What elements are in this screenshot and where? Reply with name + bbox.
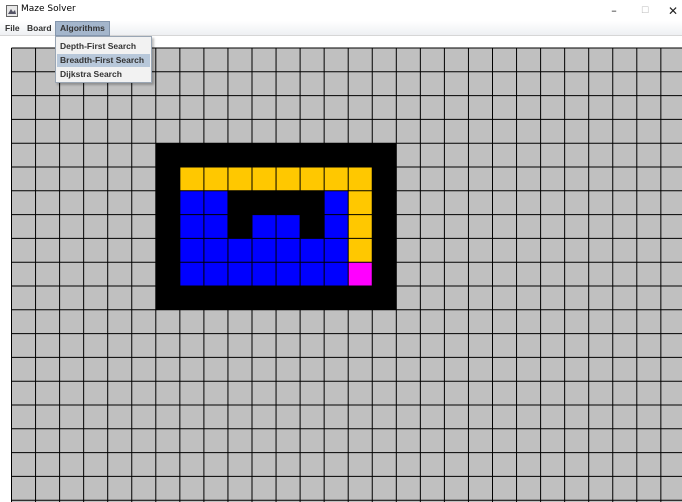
cell-wall[interactable] [227,143,252,167]
cell-visited[interactable] [300,262,325,286]
cell-visited[interactable] [324,238,349,263]
cell-wall[interactable] [276,286,301,310]
cell-visited[interactable] [179,190,204,215]
cell-path[interactable] [203,167,228,191]
menu-board[interactable]: Board [23,21,56,36]
cell-visited[interactable] [203,238,228,263]
cell-visited[interactable] [324,262,349,286]
cell-wall[interactable] [252,190,277,215]
cell-path[interactable] [324,167,349,191]
cell-visited[interactable] [227,238,252,263]
cell-visited[interactable] [324,190,349,215]
cell-visited[interactable] [324,214,349,239]
cell-wall[interactable] [179,143,204,167]
cell-wall[interactable] [155,214,180,239]
close-button[interactable]: ✕ [657,0,682,21]
cell-visited[interactable] [252,214,277,239]
cell-path[interactable] [348,214,373,239]
menu-algorithms[interactable]: Algorithms [55,21,110,36]
title-bar: Maze Solver – ☐ ✕ [0,0,682,21]
cell-wall[interactable] [372,238,397,263]
cell-visited[interactable] [179,238,204,263]
cell-wall[interactable] [252,143,277,167]
menu-item-depth-first-search[interactable]: Depth-First Search [57,40,150,53]
cell-wall[interactable] [372,143,397,167]
cell-wall[interactable] [252,286,277,310]
minimize-button[interactable]: – [598,0,630,21]
cell-visited[interactable] [179,214,204,239]
cell-wall[interactable] [300,143,325,167]
cell-visited[interactable] [276,238,301,263]
window-title: Maze Solver [21,4,76,14]
cell-visited[interactable] [203,214,228,239]
menu-item-breadth-first-search[interactable]: Breadth-First Search [57,54,150,67]
cell-wall[interactable] [203,143,228,167]
cell-visited[interactable] [276,262,301,286]
cell-visited[interactable] [203,262,228,286]
cell-wall[interactable] [155,190,180,215]
cell-wall[interactable] [155,167,180,191]
cell-wall[interactable] [276,190,301,215]
cell-path[interactable] [348,190,373,215]
cell-path[interactable] [227,167,252,191]
cell-path[interactable] [348,238,373,263]
cell-wall[interactable] [155,286,180,310]
cell-visited[interactable] [252,262,277,286]
cell-target[interactable] [348,262,373,286]
cell-visited[interactable] [300,238,325,263]
cell-wall[interactable] [372,262,397,286]
cell-wall[interactable] [227,286,252,310]
cell-wall[interactable] [300,214,325,239]
cell-path[interactable] [179,167,204,191]
menu-file[interactable]: File [1,21,24,36]
cell-wall[interactable] [348,143,373,167]
cell-visited[interactable] [179,262,204,286]
cell-wall[interactable] [155,143,180,167]
cell-wall[interactable] [300,286,325,310]
cell-wall[interactable] [203,286,228,310]
cell-path[interactable] [276,167,301,191]
cell-wall[interactable] [227,214,252,239]
cell-visited[interactable] [227,262,252,286]
cell-wall[interactable] [227,190,252,215]
cell-wall[interactable] [372,286,397,310]
cell-path[interactable] [252,167,277,191]
cell-wall[interactable] [324,286,349,310]
maze-board[interactable] [0,37,682,502]
cell-wall[interactable] [372,214,397,239]
cell-visited[interactable] [252,238,277,263]
cell-path[interactable] [300,167,325,191]
cell-path[interactable] [348,167,373,191]
menu-item-dijkstra-search[interactable]: Dijkstra Search [57,68,150,81]
algorithms-dropdown: Depth-First Search Breadth-First Search … [55,36,152,83]
cell-wall[interactable] [300,190,325,215]
cell-wall[interactable] [179,286,204,310]
cell-wall[interactable] [155,238,180,263]
cell-visited[interactable] [276,214,301,239]
cell-wall[interactable] [372,190,397,215]
cell-wall[interactable] [372,167,397,191]
cell-visited[interactable] [203,190,228,215]
maze-grid[interactable] [0,37,682,502]
menu-bar: File Board Algorithms [0,21,682,36]
cell-wall[interactable] [155,262,180,286]
java-app-icon [6,5,18,17]
cell-wall[interactable] [348,286,373,310]
cell-wall[interactable] [324,143,349,167]
cell-wall[interactable] [276,143,301,167]
